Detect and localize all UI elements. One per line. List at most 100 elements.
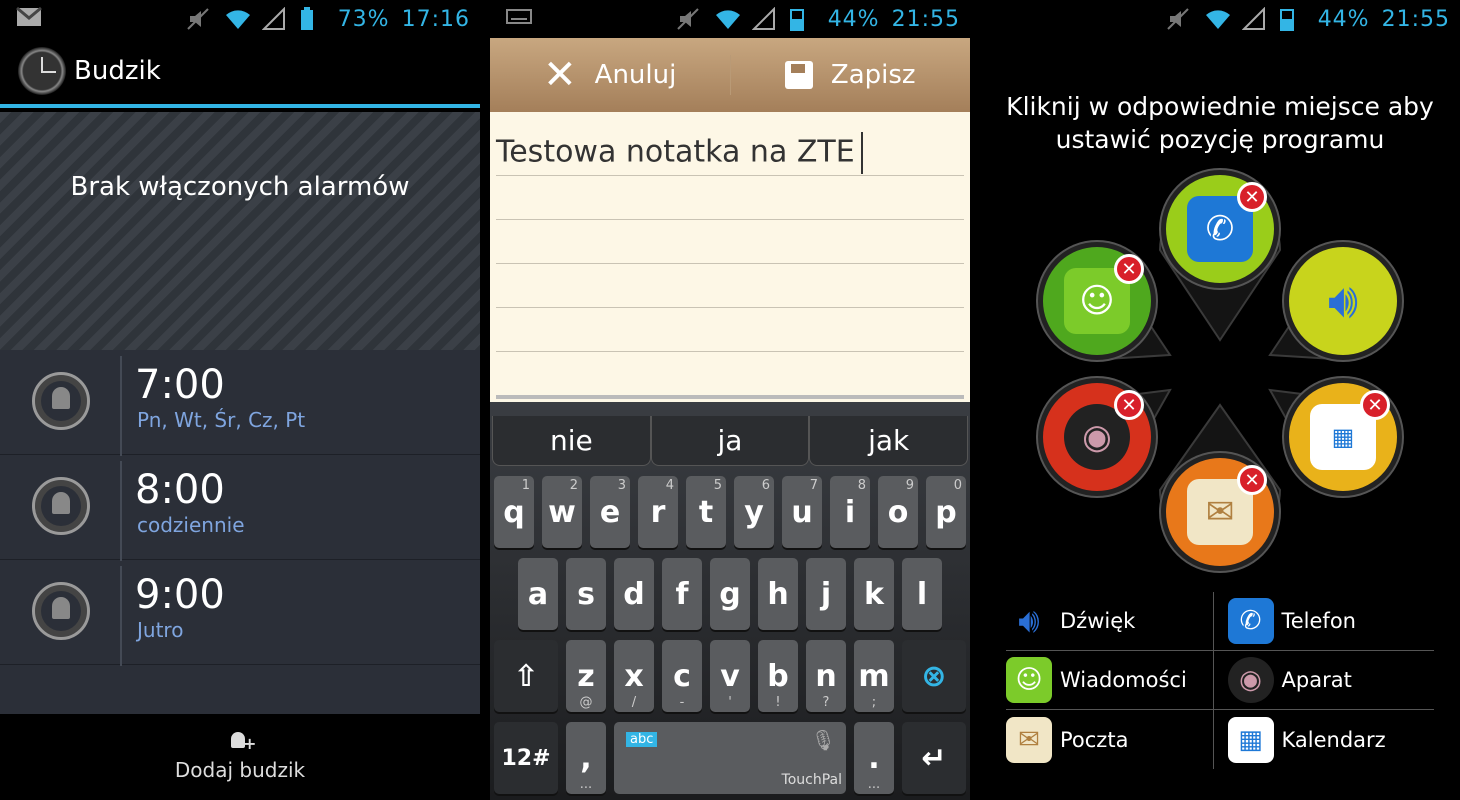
- wheel-slot-camera[interactable]: ◉ ✕: [1038, 378, 1156, 496]
- paper-line: [496, 351, 964, 352]
- note-editor[interactable]: Testowa notatka na ZTE: [490, 112, 970, 402]
- paper-line: [496, 263, 964, 264]
- calendar-icon: ▦: [1227, 716, 1274, 763]
- key-label: v: [720, 658, 740, 694]
- key-n[interactable]: n?: [806, 640, 846, 712]
- save-button[interactable]: Zapisz: [731, 38, 971, 112]
- app-item-phone[interactable]: ✆ Telefon: [1214, 592, 1435, 650]
- suggestion-item[interactable]: nie: [492, 416, 651, 466]
- wifi-icon: [224, 7, 250, 31]
- wheel-slot-sound[interactable]: 🔊︎: [1284, 242, 1402, 360]
- key-alt-label: 5: [713, 478, 722, 493]
- key-r[interactable]: r4: [638, 476, 678, 548]
- alarm-item[interactable]: 7:00 Pn, Wt, Śr, Cz, Pt: [0, 350, 480, 456]
- app-row: 🔊︎ Dźwięk ✆ Telefon: [1006, 592, 1434, 651]
- key-t[interactable]: t5: [686, 476, 726, 548]
- alarm-screen: 73% 17:16 Budzik Brak włączonych alarmów…: [0, 0, 480, 800]
- alarm-time: 9:00: [135, 572, 225, 618]
- key-label: r: [650, 494, 666, 530]
- enter-key[interactable]: ↵: [902, 722, 966, 794]
- key-y[interactable]: y6: [734, 476, 774, 548]
- key-label: ,: [580, 740, 592, 776]
- language-indicator: abc: [626, 732, 658, 747]
- app-item-mail[interactable]: ✉ Poczta: [1006, 710, 1214, 769]
- key-l[interactable]: l: [902, 558, 942, 630]
- key-label: d: [623, 576, 645, 612]
- key-label: g: [719, 576, 741, 612]
- key-z[interactable]: z @: [566, 640, 606, 712]
- keyboard: nie ja jak q1w2e3r4t5y6u7i8o9p0 asdfghjkl…: [490, 402, 970, 800]
- calendar-icon: ▦ ✕: [1310, 390, 1390, 470]
- key-e[interactable]: e3: [590, 476, 630, 548]
- wheel-slot-mail[interactable]: ✉ ✕: [1161, 453, 1279, 571]
- bell-icon[interactable]: [32, 372, 90, 430]
- alarm-days: codziennie: [137, 513, 245, 537]
- space-key[interactable]: abc 🎙︎ TouchPal: [614, 722, 846, 794]
- remove-icon[interactable]: ✕: [1237, 182, 1267, 212]
- paper-line: [496, 219, 964, 220]
- app-list: 🔊︎ Dźwięk ✆ Telefon ☺ Wiadomości ◉ Aparat ✉ P…: [1006, 592, 1435, 769]
- status-bar: 44% 21:55: [980, 0, 1460, 38]
- shift-key[interactable]: ⇧: [494, 640, 558, 712]
- key-f[interactable]: f: [662, 558, 702, 630]
- key-c[interactable]: c-: [662, 640, 702, 712]
- key-alt-label: 2: [569, 478, 578, 493]
- suggestion-item[interactable]: ja: [650, 416, 810, 466]
- key-label: h: [767, 576, 789, 612]
- remove-icon[interactable]: ✕: [1114, 254, 1144, 284]
- divider: [120, 566, 122, 666]
- signal-icon: [261, 6, 288, 31]
- key-alt-label: ;: [871, 695, 877, 710]
- signal-icon: [751, 6, 778, 31]
- key-h[interactable]: h: [758, 558, 798, 630]
- remove-icon[interactable]: ✕: [1114, 390, 1144, 420]
- key-alt-label: -: [679, 695, 685, 710]
- app-row: ✉ Poczta ▦ Kalendarz: [1006, 710, 1434, 769]
- cancel-button[interactable]: ✕ Anuluj: [490, 38, 730, 112]
- key-s[interactable]: s: [566, 558, 606, 630]
- wheel-slot-calendar[interactable]: ▦ ✕: [1284, 378, 1402, 496]
- add-alarm-button[interactable]: Dodaj budzik: [0, 714, 480, 800]
- key-alt-label: 8: [857, 478, 866, 493]
- key-m[interactable]: m;: [854, 640, 894, 712]
- clock-app-icon[interactable]: [18, 47, 66, 95]
- note-text[interactable]: Testowa notatka na ZTE: [496, 132, 863, 174]
- app-item-calendar[interactable]: ▦ Kalendarz: [1214, 710, 1435, 769]
- key-p[interactable]: p0: [926, 476, 966, 548]
- key-alt-label: ': [728, 695, 732, 710]
- bell-icon[interactable]: [32, 477, 90, 535]
- alarm-item[interactable]: 8:00 codziennie: [0, 455, 480, 561]
- key-alt-label: ?: [822, 695, 830, 710]
- bell-icon[interactable]: [32, 582, 90, 640]
- alarm-item[interactable]: 9:00 Jutro: [0, 560, 480, 666]
- key-label: l: [916, 576, 928, 612]
- app-item-sound[interactable]: 🔊︎ Dźwięk: [1006, 592, 1214, 650]
- key-w[interactable]: w2: [542, 476, 582, 548]
- wheel-slot-messages[interactable]: ☺ ✕: [1038, 242, 1156, 360]
- key-u[interactable]: u7: [782, 476, 822, 548]
- key-j[interactable]: j: [806, 558, 846, 630]
- app-label: Wiadomości: [1060, 668, 1187, 692]
- app-item-camera[interactable]: ◉ Aparat: [1214, 651, 1435, 709]
- key-q[interactable]: q1: [494, 476, 534, 548]
- key-g[interactable]: g: [710, 558, 750, 630]
- wheel-slot-phone[interactable]: ✆ ✕: [1161, 170, 1279, 288]
- remove-icon[interactable]: ✕: [1360, 390, 1390, 420]
- key-alt-label: ...: [579, 777, 593, 792]
- period-key[interactable]: ....: [854, 722, 894, 794]
- comma-key[interactable]: ,...: [566, 722, 606, 794]
- key-i[interactable]: i8: [830, 476, 870, 548]
- key-b[interactable]: b!: [758, 640, 798, 712]
- alarm-time: 7:00: [135, 362, 225, 408]
- key-a[interactable]: a: [518, 558, 558, 630]
- remove-icon[interactable]: ✕: [1237, 465, 1267, 495]
- key-v[interactable]: v ': [710, 640, 750, 712]
- app-item-messages[interactable]: ☺ Wiadomości: [1006, 651, 1214, 709]
- key-d[interactable]: d: [614, 558, 654, 630]
- numbers-key[interactable]: 12#: [494, 722, 558, 794]
- key-x[interactable]: x /: [614, 640, 654, 712]
- backspace-key[interactable]: ⊗: [902, 640, 966, 712]
- key-k[interactable]: k: [854, 558, 894, 630]
- key-o[interactable]: o9: [878, 476, 918, 548]
- suggestion-item[interactable]: jak: [809, 416, 969, 466]
